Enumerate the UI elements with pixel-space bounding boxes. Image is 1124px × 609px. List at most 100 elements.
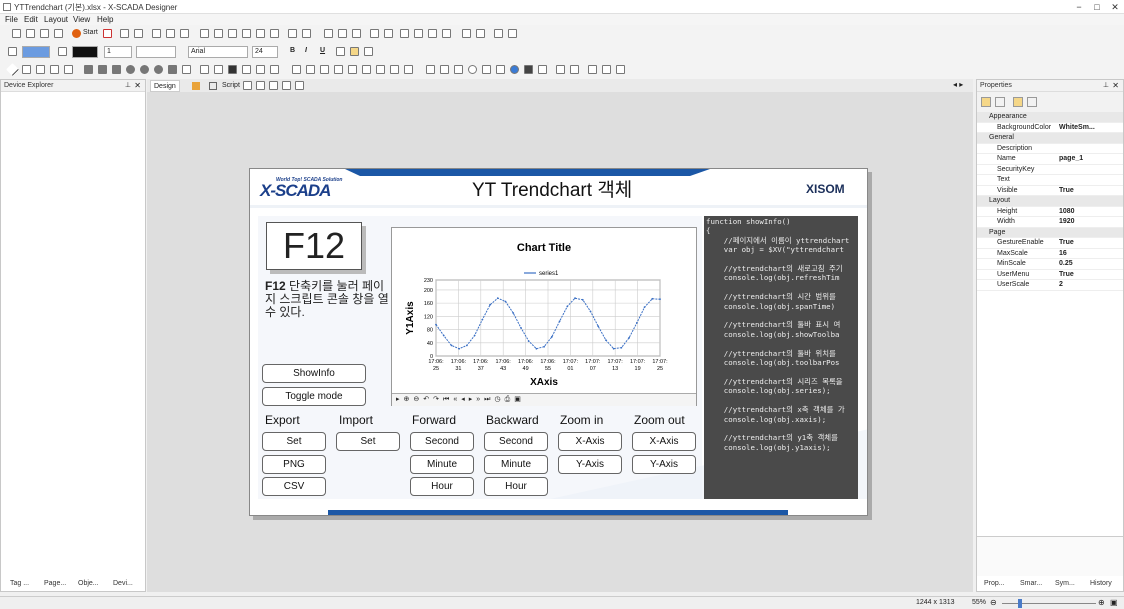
script-tool-3-icon[interactable]: [269, 81, 278, 90]
redo-icon[interactable]: [134, 29, 143, 38]
zoom-out-x-axis-button[interactable]: X-Axis: [632, 432, 696, 451]
panel-tool-icon[interactable]: [556, 65, 565, 74]
backward-hour-button[interactable]: Hour: [484, 477, 548, 496]
zoom-out-y-axis-button[interactable]: Y-Axis: [632, 455, 696, 474]
zoom-in-icon[interactable]: ⊕: [1098, 598, 1105, 607]
chart-print-icon[interactable]: ⎙: [505, 396, 515, 403]
curve-tool-icon[interactable]: [36, 65, 45, 74]
zoom-in-y-axis-button[interactable]: Y-Axis: [558, 455, 622, 474]
font-size-select[interactable]: 24: [252, 46, 278, 58]
order3-icon[interactable]: [428, 29, 437, 38]
underline-button[interactable]: U: [320, 47, 325, 54]
zoom-slider-thumb[interactable]: [1018, 599, 1022, 608]
property-row[interactable]: MaxScale 16: [977, 249, 1123, 260]
align-right-icon[interactable]: [228, 29, 237, 38]
zoom-in-x-axis-button[interactable]: X-Axis: [558, 432, 622, 451]
tab-page[interactable]: Page...: [44, 578, 66, 589]
script-tool-2-icon[interactable]: [256, 81, 265, 90]
tab-tag[interactable]: Tag ...: [10, 578, 29, 589]
text-tool-icon[interactable]: [214, 65, 223, 74]
report-tool-icon[interactable]: [404, 65, 413, 74]
arc-tool-icon[interactable]: [50, 65, 59, 74]
bring-front-icon[interactable]: [370, 29, 379, 38]
properties-view-icon[interactable]: [1013, 97, 1023, 107]
container-tool-icon[interactable]: [588, 65, 597, 74]
minimize-icon[interactable]: −: [1072, 1, 1086, 13]
close-icon[interactable]: ✕: [1112, 81, 1119, 90]
close-icon[interactable]: ✕: [134, 81, 141, 90]
property-row[interactable]: MinScale 0.25: [977, 259, 1123, 270]
align-center-icon[interactable]: [214, 29, 223, 38]
property-value[interactable]: True: [1059, 186, 1074, 197]
zoom-out-icon[interactable]: ⊖: [990, 598, 997, 607]
send-back-icon[interactable]: [384, 29, 393, 38]
copy-icon[interactable]: [166, 29, 175, 38]
chart-play-icon[interactable]: ▸: [396, 396, 404, 403]
chart-redo-icon[interactable]: ↷: [433, 396, 443, 403]
open-icon[interactable]: [26, 29, 35, 38]
property-value[interactable]: 16: [1059, 249, 1067, 260]
tab-design[interactable]: Design: [150, 80, 180, 92]
cut-icon[interactable]: [152, 29, 161, 38]
lock-icon[interactable]: [494, 29, 503, 38]
align-left-icon[interactable]: [200, 29, 209, 38]
property-category[interactable]: General: [977, 133, 1123, 144]
hexagon-tool-icon[interactable]: [126, 65, 135, 74]
property-row[interactable]: UserScale 2: [977, 280, 1123, 291]
chart-last-icon[interactable]: ⏭: [484, 396, 494, 403]
start-icon[interactable]: [72, 29, 81, 38]
show-info-button[interactable]: ShowInfo: [262, 364, 366, 383]
tab-object[interactable]: Obje...: [78, 578, 99, 589]
undo-icon[interactable]: [120, 29, 129, 38]
checkbox-tool-icon[interactable]: [454, 65, 463, 74]
property-value[interactable]: page_1: [1059, 154, 1083, 165]
chart-first-icon[interactable]: ⏮: [443, 396, 453, 403]
property-category[interactable]: Page: [977, 227, 1123, 238]
property-row[interactable]: Width 1920: [977, 217, 1123, 228]
chart-tool-icon[interactable]: [320, 65, 329, 74]
chart-next-page-icon[interactable]: »: [476, 396, 484, 403]
script-icon[interactable]: [209, 82, 217, 90]
property-row[interactable]: UserMenu True: [977, 270, 1123, 280]
categorized-icon[interactable]: [981, 97, 991, 107]
zoom-slider[interactable]: [1002, 603, 1096, 604]
forward-hour-button[interactable]: Hour: [410, 477, 474, 496]
ellipse-tool-icon[interactable]: [140, 65, 149, 74]
align-middle-icon[interactable]: [256, 29, 265, 38]
property-row[interactable]: SecurityKey: [977, 165, 1123, 175]
export-png-button[interactable]: PNG: [262, 455, 326, 474]
frame-tool-icon[interactable]: [348, 65, 357, 74]
new-icon[interactable]: [12, 29, 21, 38]
tab-symbol[interactable]: Sym...: [1055, 578, 1075, 589]
line-style-select[interactable]: [136, 46, 176, 58]
property-category[interactable]: Layout: [977, 196, 1123, 207]
signal-tool-icon[interactable]: [270, 65, 279, 74]
media-tool-icon[interactable]: [524, 65, 533, 74]
backward-minute-button[interactable]: Minute: [484, 455, 548, 474]
alphabetical-icon[interactable]: [995, 97, 1005, 107]
bold-button[interactable]: B: [290, 47, 295, 54]
font-select[interactable]: Arial: [188, 46, 248, 58]
property-row[interactable]: Visible True: [977, 186, 1123, 197]
menu-view[interactable]: View: [73, 15, 90, 24]
chart-save-icon[interactable]: ▣: [514, 396, 525, 403]
globe-tool-icon[interactable]: [510, 65, 519, 74]
property-value[interactable]: 1080: [1059, 207, 1075, 218]
fill-icon[interactable]: [8, 47, 17, 56]
property-category[interactable]: Appearance: [977, 112, 1123, 123]
property-value[interactable]: 1920: [1059, 217, 1075, 228]
zoom-in-icon[interactable]: [282, 81, 291, 90]
group-icon[interactable]: [352, 29, 361, 38]
text-align-center-icon[interactable]: [350, 47, 359, 56]
circle-tool-icon[interactable]: [154, 65, 163, 74]
grid-tool-icon[interactable]: [292, 65, 301, 74]
close-icon[interactable]: ✕: [1108, 1, 1122, 13]
import-set-button[interactable]: Set: [336, 432, 400, 451]
text-align-right-icon[interactable]: [364, 47, 373, 56]
chart-zoom-out-icon[interactable]: ⊖: [413, 396, 423, 403]
tab-smart[interactable]: Smar...: [1020, 578, 1042, 589]
display-tool-icon[interactable]: [256, 65, 265, 74]
paste-icon[interactable]: [180, 29, 189, 38]
property-value[interactable]: WhiteSm...: [1059, 123, 1095, 134]
forward-second-button[interactable]: Second: [410, 432, 474, 451]
